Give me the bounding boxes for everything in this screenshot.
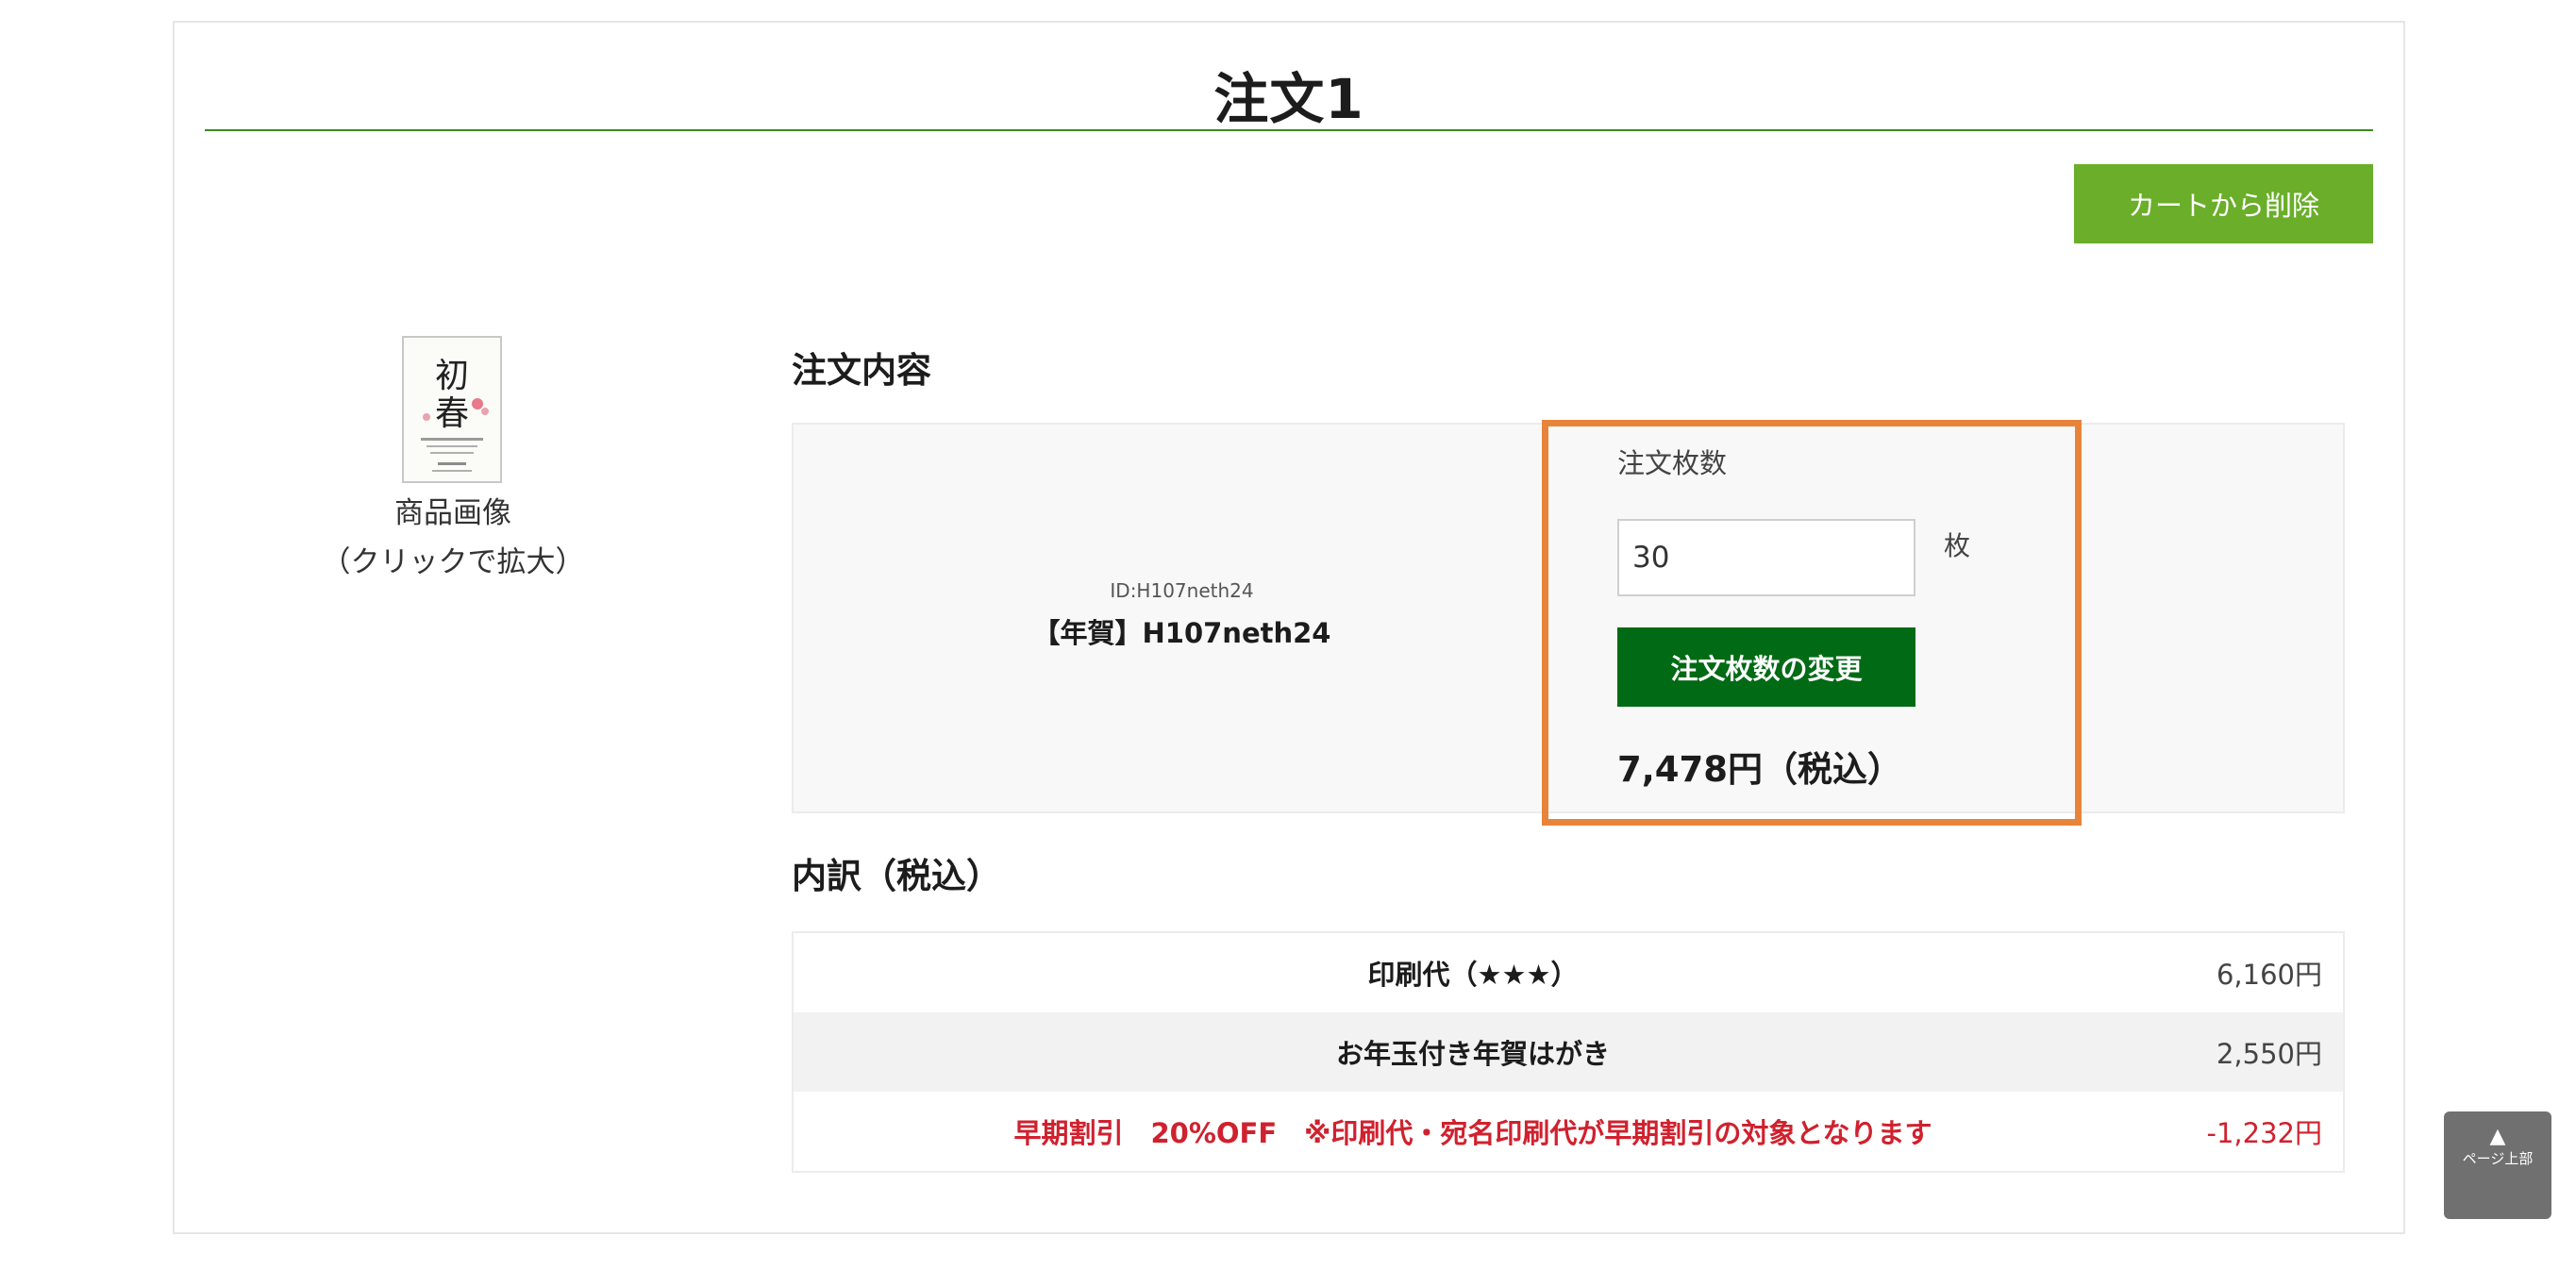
- back-to-top-label: ページ上部: [2462, 1150, 2534, 1167]
- title-divider: [205, 129, 2373, 131]
- discount-item-name: 早期割引 20%OFF ※印刷代・宛名印刷代が早期割引の対象となります: [1013, 1117, 1932, 1149]
- breakdown-row: 印刷代（★★★） 6,160円: [794, 933, 2343, 1012]
- thumbnail-caption-line1: 商品画像: [394, 496, 511, 530]
- breakdown-row: お年玉付き年賀はがき 2,550円: [794, 1012, 2343, 1092]
- order-price: 7,478円（税込）: [1617, 749, 1903, 790]
- thumbnail-caption: 商品画像 （クリックで拡大）: [283, 489, 623, 587]
- breakdown-heading: 内訳（税込）: [792, 856, 1001, 896]
- order-title: 注文1: [1213, 67, 1364, 131]
- breakdown-item-value: 6,160円: [2216, 959, 2322, 991]
- thumb-calligraphy-2: 春: [435, 394, 469, 433]
- discount-item-value: -1,232円: [2206, 1117, 2323, 1149]
- remove-from-cart-button[interactable]: カートから削除: [2074, 164, 2373, 243]
- product-thumbnail[interactable]: 初 春: [402, 336, 502, 483]
- product-id: ID:H107neth24: [1110, 579, 1254, 602]
- up-arrow-icon: ▲: [2489, 1125, 2506, 1148]
- quantity-input[interactable]: [1617, 519, 1915, 596]
- breakdown-item-value: 2,550円: [2216, 1038, 2322, 1070]
- breakdown-item-name: お年玉付き年賀はがき: [1335, 1038, 1610, 1070]
- back-to-top-button[interactable]: ▲ ページ上部: [2444, 1111, 2551, 1219]
- breakdown-row: 早期割引 20%OFF ※印刷代・宛名印刷代が早期割引の対象となります -1,2…: [794, 1092, 2343, 1171]
- update-quantity-button[interactable]: 注文枚数の変更: [1617, 627, 1915, 707]
- quantity-label: 注文枚数: [1617, 447, 1728, 479]
- thumb-calligraphy-1: 初: [435, 357, 469, 395]
- breakdown-item-name: 印刷代（★★★）: [1367, 959, 1579, 991]
- quantity-unit: 枚: [1944, 530, 1971, 561]
- thumbnail-caption-line2: （クリックで拡大）: [321, 545, 585, 579]
- product-name: 【年賀】H107neth24: [1032, 617, 1331, 649]
- breakdown-table: 印刷代（★★★） 6,160円 お年玉付き年賀はがき 2,550円 早期割引 2…: [792, 931, 2345, 1173]
- order-details-heading: 注文内容: [792, 350, 931, 391]
